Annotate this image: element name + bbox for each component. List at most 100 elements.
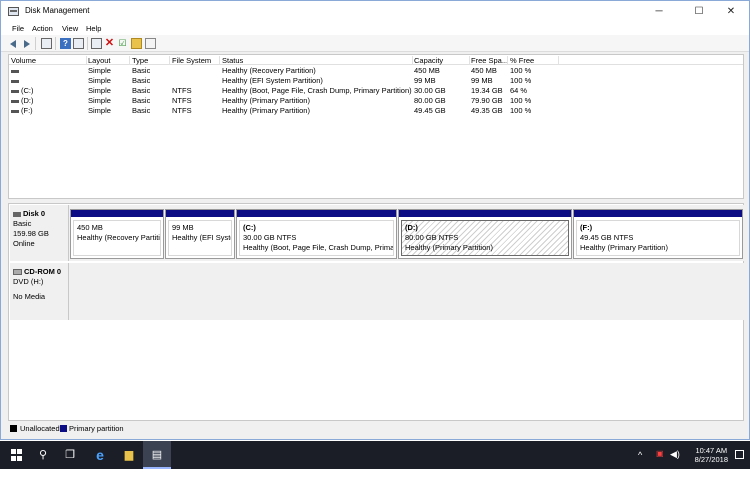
layout-cell: Simple: [88, 96, 111, 105]
forward-arrow-icon[interactable]: [21, 38, 32, 49]
capacity-cell: 450 MB: [414, 66, 440, 75]
col-status[interactable]: Status: [220, 56, 413, 65]
connect-icon[interactable]: [91, 38, 102, 49]
menu-help[interactable]: Help: [86, 24, 101, 33]
clock-time: 10:47 AM: [695, 446, 728, 455]
type-cell: Basic: [132, 106, 151, 115]
network-icon[interactable]: ▣: [656, 449, 664, 477]
menu-bar: File Action View Help: [1, 23, 749, 35]
partition-status: Healthy (Primary Partition): [405, 243, 493, 252]
partition-status: Healthy (Boot, Page File, Crash Dump, Pr…: [243, 243, 394, 252]
primary-partition-bar: [71, 210, 163, 217]
layout-cell: Simple: [88, 66, 111, 75]
layout-cell: Simple: [88, 106, 111, 115]
edge-icon[interactable]: e: [86, 441, 114, 469]
col-volume[interactable]: Volume: [9, 56, 87, 65]
show-hidden-icons-icon[interactable]: ^: [638, 450, 642, 478]
windows-start-icon[interactable]: [2, 441, 30, 469]
properties-icon[interactable]: [73, 38, 84, 49]
partition-label: (C:): [243, 223, 256, 232]
table-row[interactable]: Simple Basic Healthy (Recovery Partition…: [9, 66, 743, 76]
status-cell: Healthy (Primary Partition): [222, 96, 310, 105]
clock[interactable]: 10:47 AM 8/27/2018: [695, 446, 728, 464]
cd-drive-icon: [13, 269, 22, 276]
pct-free-cell: 100 %: [510, 96, 532, 105]
col-file-system[interactable]: File System: [170, 56, 220, 65]
disk-management-icon[interactable]: ▤: [143, 441, 171, 469]
drive-icon: [11, 109, 19, 113]
disk-management-window: Disk Management ─ ☐ ✕ File Action View H…: [0, 0, 750, 440]
pct-free-cell: 100 %: [510, 76, 532, 85]
partition-d[interactable]: (D:) 80.00 GB NTFS Healthy (Primary Part…: [398, 209, 572, 259]
partition-f[interactable]: (F:) 49.45 GB NTFS Healthy (Primary Part…: [573, 209, 743, 259]
partition-label: (D:): [405, 223, 418, 232]
disk-0-label[interactable]: Disk 0 Basic 159.98 GB Online: [10, 205, 69, 261]
cdrom-0-label[interactable]: CD-ROM 0 DVD (H:) No Media: [10, 263, 69, 320]
col-type[interactable]: Type: [130, 56, 170, 65]
layout-cell: Simple: [88, 76, 111, 85]
col-capacity[interactable]: Capacity: [412, 56, 470, 65]
disk-size: 159.98 GB: [13, 229, 49, 238]
type-cell: Basic: [132, 96, 151, 105]
menu-file[interactable]: File: [12, 24, 24, 33]
primary-partition-bar: [574, 210, 742, 217]
volume-icon[interactable]: ◀): [670, 449, 680, 477]
volume-cell: [9, 66, 21, 75]
col-free-space[interactable]: Free Spa...: [469, 56, 508, 65]
table-row[interactable]: (D:) Simple Basic NTFS Healthy (Primary …: [9, 96, 743, 106]
search-icon[interactable]: ⚲: [29, 441, 57, 469]
capacity-cell: 49.45 GB: [414, 106, 446, 115]
menu-action[interactable]: Action: [32, 24, 53, 33]
free-cell: 49.35 GB: [471, 106, 503, 115]
window-title: Disk Management: [25, 6, 90, 15]
file-explorer-icon[interactable]: ▆: [115, 441, 143, 469]
delete-icon[interactable]: ✕: [104, 38, 115, 49]
disk-icon: [13, 211, 21, 217]
check-icon[interactable]: ☑: [117, 38, 128, 49]
col-layout[interactable]: Layout: [86, 56, 130, 65]
primary-partition-bar: [399, 210, 571, 217]
partition-size: 450 MB: [77, 223, 103, 232]
unallocated-swatch: [10, 425, 17, 432]
primary-partition-bar: [237, 210, 396, 217]
free-cell: 450 MB: [471, 66, 497, 75]
menu-view[interactable]: View: [62, 24, 78, 33]
folder-icon[interactable]: [131, 38, 142, 49]
task-view-icon[interactable]: ❐: [56, 441, 84, 469]
clock-date: 8/27/2018: [694, 455, 728, 464]
partition-c[interactable]: (C:) 30.00 GB NTFS Healthy (Boot, Page F…: [236, 209, 397, 259]
legend-primary-partition: Primary partition: [69, 424, 124, 433]
partition-size: 30.00 GB NTFS: [243, 233, 297, 242]
back-arrow-icon[interactable]: [9, 38, 20, 49]
close-button[interactable]: ✕: [713, 1, 749, 23]
minimize-button[interactable]: ─: [641, 1, 677, 23]
partition-status: Healthy (Primary Partition): [580, 243, 668, 252]
disk-state: Online: [13, 239, 35, 248]
drive-icon: [11, 89, 19, 93]
capacity-cell: 99 MB: [414, 76, 436, 85]
partition-recovery[interactable]: 450 MB Healthy (Recovery Partition): [70, 209, 164, 259]
title-bar[interactable]: Disk Management ─ ☐ ✕: [1, 1, 749, 23]
table-row[interactable]: (C:) Simple Basic NTFS Healthy (Boot, Pa…: [9, 86, 743, 96]
taskbar: ⚲ ❐ e ▆ ▤ ^ ▣ ◀) 10:47 AM 8/27/2018: [0, 441, 750, 469]
partition-size: 80.00 GB NTFS: [405, 233, 459, 242]
pct-free-cell: 100 %: [510, 66, 532, 75]
toolbar: ? ✕ ☑: [1, 35, 749, 52]
action-center-icon[interactable]: [735, 450, 744, 459]
disk-0-partitions: 450 MB Healthy (Recovery Partition) 99 M…: [69, 205, 744, 261]
disk-name: Disk 0: [23, 209, 46, 218]
partition-efi[interactable]: 99 MB Healthy (EFI System: [165, 209, 235, 259]
toolbar-separator: [87, 37, 88, 50]
col-percent-free[interactable]: % Free: [508, 56, 559, 65]
free-cell: 19.34 GB: [471, 86, 503, 95]
fs-cell: NTFS: [172, 106, 192, 115]
status-cell: Healthy (Recovery Partition): [222, 66, 316, 75]
table-row[interactable]: Simple Basic Healthy (EFI System Partiti…: [9, 76, 743, 86]
pct-free-cell: 64 %: [510, 86, 528, 95]
volume-cell: (F:): [9, 106, 33, 115]
table-row[interactable]: (F:) Simple Basic NTFS Healthy (Primary …: [9, 106, 743, 116]
maximize-button[interactable]: ☐: [681, 1, 717, 23]
disk-list-icon[interactable]: [41, 38, 52, 49]
document-icon[interactable]: [145, 38, 156, 49]
help-icon[interactable]: ?: [60, 38, 71, 49]
